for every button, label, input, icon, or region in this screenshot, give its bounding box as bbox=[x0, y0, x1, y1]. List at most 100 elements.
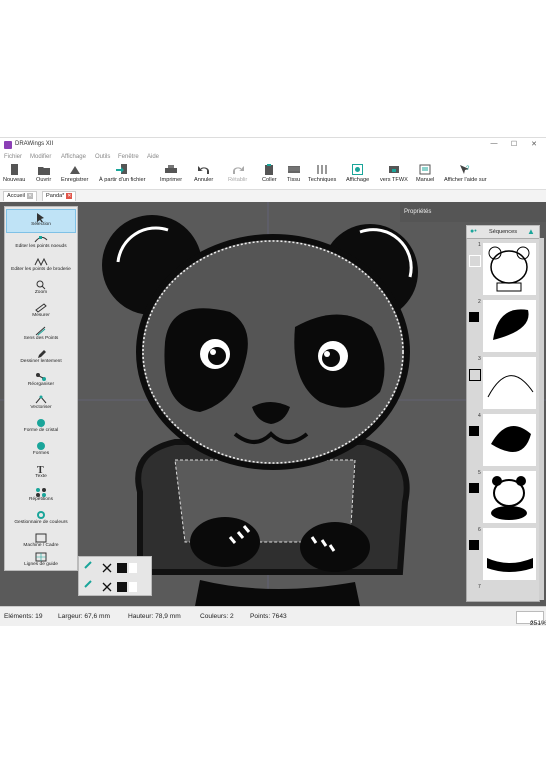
machine-frame-icon bbox=[6, 532, 76, 543]
fabric-button[interactable]: Tissu bbox=[287, 164, 300, 183]
sequence-item[interactable]: 4 bbox=[467, 412, 539, 468]
sequence-swatch[interactable] bbox=[469, 426, 479, 436]
sequence-item[interactable]: 6 bbox=[467, 526, 539, 582]
collapse-arrow-icon[interactable]: ▲ bbox=[527, 227, 535, 236]
sequence-swatch[interactable] bbox=[469, 540, 479, 550]
tool-draw-slow[interactable]: Dessiner lentement bbox=[6, 347, 76, 369]
tool-selection-label: Sélection bbox=[31, 222, 51, 227]
fabric-icon bbox=[287, 164, 300, 175]
import-button[interactable]: À partir d'un fichier bbox=[99, 164, 145, 183]
tool-stitch-direction-label: Sens des Points bbox=[23, 336, 59, 341]
thread-color-box bbox=[78, 556, 152, 596]
vectorize-icon bbox=[6, 394, 76, 405]
tool-zoom[interactable]: Zoom bbox=[6, 278, 76, 300]
new-button[interactable]: Nouveau bbox=[3, 164, 25, 183]
minimize-button[interactable]: — bbox=[487, 140, 501, 147]
edit-nodes-icon bbox=[6, 233, 76, 244]
chevron-up-icon: ^ bbox=[530, 620, 534, 627]
sequence-item[interactable]: 3 bbox=[467, 355, 539, 411]
tab-panda[interactable]: Panda* ✕ bbox=[42, 191, 77, 201]
sequence-swatch[interactable] bbox=[469, 483, 479, 493]
document-tabs: Accueil ✕ Panda* ✕ bbox=[0, 190, 546, 201]
paste-button[interactable]: Coller bbox=[262, 164, 277, 183]
tool-stitch-direction[interactable]: Sens des Points bbox=[6, 324, 76, 346]
tool-selection[interactable]: Sélection bbox=[6, 209, 76, 233]
status-elements: Eléments: 19 bbox=[4, 613, 43, 620]
sequences-scrollbar[interactable] bbox=[539, 238, 544, 600]
sequence-number: 3 bbox=[478, 356, 481, 362]
sequence-swatch[interactable] bbox=[469, 255, 481, 267]
maximize-button[interactable]: ☐ bbox=[507, 140, 521, 148]
menu-aide[interactable]: Aide bbox=[147, 154, 159, 160]
new-label: Nouveau bbox=[3, 177, 26, 183]
close-tab-icon[interactable]: ✕ bbox=[66, 192, 73, 199]
tool-repetitions[interactable]: Répétitions bbox=[6, 485, 76, 507]
sequence-thumbnail bbox=[483, 243, 536, 295]
techniques-button[interactable]: Techniques bbox=[308, 164, 336, 183]
status-points: Points: 7643 bbox=[250, 613, 287, 620]
sequences-list[interactable]: 1 2 3 4 5 6 7 bbox=[466, 238, 540, 602]
tool-shapes[interactable]: Formes bbox=[6, 439, 76, 461]
sequence-number: 6 bbox=[478, 527, 481, 533]
tool-text[interactable]: T Texte bbox=[6, 462, 76, 484]
fabric-label: Tissu bbox=[287, 177, 301, 183]
tool-crystal-shape[interactable]: Forme de cristal bbox=[6, 416, 76, 438]
tool-repetitions-label: Répétitions bbox=[29, 497, 53, 502]
tool-edit-stitches[interactable]: Editer les points de broderie bbox=[6, 255, 76, 277]
tool-guide-lines[interactable]: Lignes de guide bbox=[6, 550, 76, 572]
menu-fichier[interactable]: Fichier bbox=[4, 154, 22, 160]
undo-button[interactable]: Annuler bbox=[194, 164, 213, 183]
tool-shapes-label: Formes bbox=[32, 451, 50, 456]
tool-draw-slow-label: Dessiner lentement bbox=[20, 359, 62, 364]
tool-edit-nodes[interactable]: Editer les points noeuds bbox=[6, 232, 76, 254]
close-tab-icon[interactable]: ✕ bbox=[27, 192, 34, 199]
menu-affichage[interactable]: Affichage bbox=[61, 154, 86, 160]
reorganize-icon bbox=[6, 371, 76, 382]
redo-button[interactable]: Rétablir bbox=[228, 164, 247, 183]
view-button[interactable]: Affichage bbox=[346, 164, 369, 183]
selection-arrow-icon bbox=[7, 211, 75, 222]
sequence-item[interactable]: 7 bbox=[467, 583, 539, 601]
guide-lines-icon bbox=[6, 551, 76, 562]
close-button[interactable]: ✕ bbox=[527, 140, 541, 148]
tool-machine-frame-label: Machine / Cadre bbox=[23, 543, 59, 548]
sequence-number: 5 bbox=[478, 470, 481, 476]
sequences-header: ●• Séquences ▲ bbox=[466, 225, 540, 239]
shapes-icon bbox=[6, 440, 76, 451]
tool-reorganize[interactable]: Réorganiser bbox=[6, 370, 76, 392]
menu-outils[interactable]: Outils bbox=[95, 154, 110, 160]
open-button[interactable]: Ouvrir bbox=[36, 164, 51, 183]
status-colors: Couleurs: 2 bbox=[200, 613, 234, 620]
undo-icon bbox=[197, 164, 210, 175]
save-button[interactable]: Enregistrer bbox=[61, 164, 88, 183]
tool-edit-nodes-label: Editer les points noeuds bbox=[15, 244, 67, 249]
save-label: Enregistrer bbox=[61, 177, 89, 183]
import-label: À partir d'un fichier bbox=[99, 177, 146, 183]
help-on-button[interactable]: ? Afficher l'aide sur bbox=[444, 164, 487, 183]
manual-button[interactable]: Manuel bbox=[416, 164, 434, 183]
tool-color-manager[interactable]: Gestionnaire de couleurs bbox=[6, 508, 76, 530]
sequence-swatch[interactable] bbox=[469, 369, 481, 381]
sequence-item[interactable]: 2 bbox=[467, 298, 539, 354]
main-toolbar: Nouveau Ouvrir Enregistrer À partir d'un… bbox=[0, 162, 546, 190]
sequence-thumbnail bbox=[483, 357, 536, 409]
sequence-item[interactable]: 1 bbox=[467, 241, 539, 297]
menu-modifier[interactable]: Modifier bbox=[30, 154, 51, 160]
sequence-item[interactable]: 5 bbox=[467, 469, 539, 525]
tfwx-button[interactable]: vers TFWX bbox=[380, 164, 408, 183]
tool-measure[interactable]: Mesurer bbox=[6, 301, 76, 323]
thread-swatches[interactable] bbox=[79, 557, 151, 595]
tool-vectorize[interactable]: Vectoriser bbox=[6, 393, 76, 415]
sequence-swatch[interactable] bbox=[469, 312, 479, 322]
zoom-level[interactable]: 251% ^ bbox=[516, 611, 546, 627]
tool-panel: Sélection Editer les points noeuds Edite… bbox=[4, 206, 78, 571]
design-canvas[interactable]: Sélection Editer les points noeuds Edite… bbox=[0, 202, 546, 606]
manual-label: Manuel bbox=[416, 177, 435, 183]
properties-panel-title[interactable]: Propriétés bbox=[400, 202, 546, 222]
tool-guide-lines-label: Lignes de guide bbox=[24, 562, 58, 567]
help-pointer-icon: ? bbox=[459, 164, 471, 175]
help-on-label: Afficher l'aide sur bbox=[444, 177, 487, 183]
tab-accueil[interactable]: Accueil ✕ bbox=[3, 191, 38, 201]
menu-fenetre[interactable]: Fenêtre bbox=[118, 154, 139, 160]
print-button[interactable]: Imprimer bbox=[160, 164, 182, 183]
